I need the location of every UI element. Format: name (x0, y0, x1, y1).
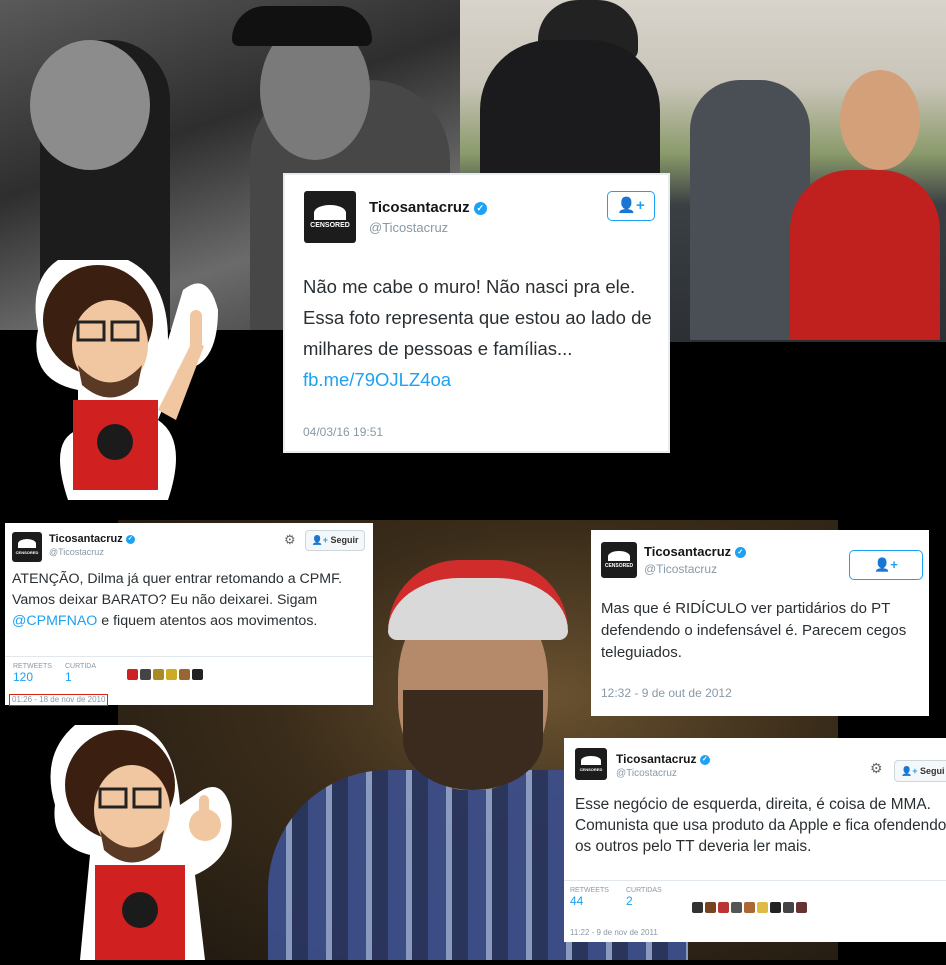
retweets-label: RETWEETS (570, 887, 609, 894)
tweet-timestamp[interactable]: 01:26 - 18 de nov de 2010 (9, 694, 109, 706)
tweet-text: ATENÇÃO, Dilma já quer entrar retomando … (12, 571, 343, 629)
tweet-text: Não me cabe o muro! Não nasci pra ele. E… (303, 271, 653, 395)
likes-label: CURTIDA (65, 663, 96, 670)
cartoon-sticker-bottom (35, 715, 240, 960)
avatar[interactable] (192, 669, 203, 680)
user-name[interactable]: Ticosantacruz (49, 533, 123, 545)
avatar[interactable] (731, 902, 742, 913)
retweeter-avatars (692, 900, 809, 918)
tweet-ridiculo: CENSORED Ticosantacruz ✓ @Ticostacruz 👤+… (591, 530, 929, 716)
beard (403, 690, 543, 790)
user-name[interactable]: Ticosantacruz (616, 752, 696, 766)
tweet-text: Mas que é RIDÍCULO ver partidários do PT… (601, 600, 907, 661)
verified-badge-icon: ✓ (699, 754, 710, 765)
avatar[interactable] (783, 902, 794, 913)
tweet-mma: CENSORED Ticosantacruz ✓ @Ticostacruz ⚙ … (564, 738, 946, 942)
verified-badge-icon: ✓ (473, 201, 487, 215)
tweet-cpmf: CENSORED Ticosantacruz ✓ @Ticostacruz ⚙ … (5, 523, 373, 706)
user-name[interactable]: Ticosantacruz (369, 199, 470, 216)
tweet-text: Esse negócio de esquerda, direita, é coi… (575, 796, 946, 855)
avatar[interactable] (179, 669, 190, 680)
figure-dilma (790, 170, 940, 340)
avatar[interactable] (692, 902, 703, 913)
likes-label: CURTIDAS (626, 887, 662, 894)
tweet-timestamp[interactable]: 11:22 - 9 de nov de 2011 (570, 928, 658, 937)
censored-avatar-icon: CENSORED (12, 532, 42, 562)
tweet-text-line2: Essa foto representa que estou ao lado d… (303, 307, 652, 390)
figure-dilma-head (840, 70, 920, 170)
user-name[interactable]: Ticosantacruz (644, 544, 731, 559)
retweets-label: RETWEETS (13, 663, 52, 670)
add-user-icon: 👤+ (874, 557, 898, 572)
censored-avatar-icon: CENSORED (601, 542, 637, 578)
verified-badge-icon: ✓ (125, 534, 135, 544)
add-user-icon: 👤+ (311, 535, 328, 545)
tweet-text-line1: Não me cabe o muro! Não nasci pra ele. (303, 276, 636, 297)
add-user-icon: 👤+ (617, 197, 645, 214)
avatar[interactable] (796, 902, 807, 913)
add-user-icon: 👤+ (901, 766, 918, 776)
censored-avatar-icon: CENSORED (304, 191, 356, 243)
avatar[interactable] (140, 669, 151, 680)
avatar[interactable] (757, 902, 768, 913)
follow-button[interactable]: 👤+ Segui (894, 760, 946, 782)
gear-icon[interactable]: ⚙ (870, 760, 883, 777)
tweet-main: CENSORED Ticosantacruz ✓ @Ticostacruz 👤+… (283, 173, 670, 453)
tweet-timestamp[interactable]: 12:32 - 9 de out de 2012 (601, 686, 732, 700)
red-cap (388, 560, 568, 640)
user-handle[interactable]: @Ticostacruz (616, 768, 677, 779)
user-handle[interactable]: @Ticostacruz (644, 562, 717, 576)
tweet-timestamp[interactable]: 04/03/16 19:51 (303, 425, 383, 439)
cartoon-tico-pointing-icon (35, 260, 218, 500)
mention-link[interactable]: @CPMFNAO (12, 613, 97, 629)
verified-badge-icon: ✓ (734, 547, 746, 559)
avatar[interactable] (153, 669, 164, 680)
follow-button[interactable]: 👤+ (849, 550, 923, 580)
cartoon-tico-thinking-icon (50, 725, 232, 960)
avatar[interactable] (166, 669, 177, 680)
user-handle[interactable]: @Ticostacruz (369, 220, 448, 235)
tweet-link[interactable]: fb.me/79OJLZ4oa (303, 369, 451, 390)
likes-count[interactable]: 1 (65, 670, 96, 684)
avatar[interactable] (718, 902, 729, 913)
gear-icon[interactable]: ⚙ (284, 532, 296, 548)
likes-count[interactable]: 2 (626, 894, 662, 908)
avatar[interactable] (127, 669, 138, 680)
follow-button[interactable]: 👤+ Seguir (305, 530, 365, 551)
avatar[interactable] (744, 902, 755, 913)
user-handle[interactable]: @Ticostacruz (49, 547, 104, 557)
avatar[interactable] (705, 902, 716, 913)
avatar[interactable] (770, 902, 781, 913)
follow-button[interactable]: 👤+ (607, 191, 655, 221)
cartoon-sticker-top (18, 250, 228, 500)
censored-avatar-icon: CENSORED (575, 748, 607, 780)
retweets-count[interactable]: 120 (13, 670, 52, 684)
cap (232, 6, 372, 46)
retweets-count[interactable]: 44 (570, 894, 609, 908)
retweeter-avatars (127, 667, 205, 685)
figure-left-head (30, 40, 150, 170)
